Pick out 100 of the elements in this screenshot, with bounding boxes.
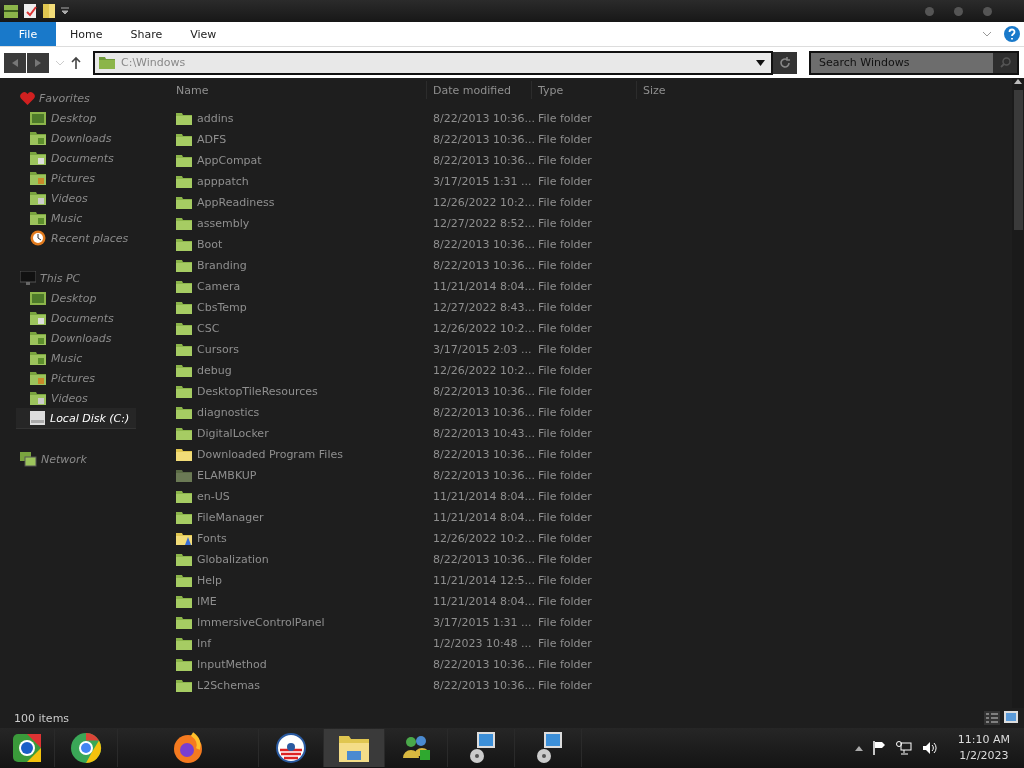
folder-icon	[176, 511, 192, 524]
folder-icon	[176, 385, 192, 398]
file-name[interactable]: Fonts	[197, 532, 227, 545]
downloads-folder-icon	[30, 331, 46, 345]
sidebar-heading[interactable]: Network	[41, 452, 87, 466]
ribbon-tab[interactable]: Home	[56, 22, 117, 46]
file-name[interactable]: diagnostics	[197, 406, 260, 419]
file-explorer-taskbar-icon[interactable]	[324, 729, 385, 767]
help-icon[interactable]	[1004, 26, 1020, 42]
address-field[interactable]: C:\Windows	[119, 55, 752, 70]
ribbon-tab[interactable]: File	[0, 22, 56, 46]
file-name[interactable]: Inf	[197, 637, 212, 650]
file-name[interactable]: Branding	[197, 259, 247, 272]
network-status-icon[interactable]	[895, 741, 912, 755]
file-name[interactable]: Downloaded Program Files	[197, 448, 343, 461]
volume-icon[interactable]	[921, 741, 938, 755]
folder-icon	[176, 574, 192, 587]
folder-icon	[176, 553, 192, 566]
sidebar-item[interactable]: Videos	[51, 391, 88, 405]
sidebar-item[interactable]: Recent places	[51, 231, 129, 245]
folder-icon	[176, 679, 192, 692]
dropdown-icon[interactable]	[61, 7, 69, 15]
folder-icon	[176, 637, 192, 650]
scrollbar[interactable]	[1012, 78, 1024, 708]
file-name[interactable]: ADFS	[197, 133, 227, 146]
file-name[interactable]: DesktopTileResources	[197, 385, 318, 398]
refresh-button[interactable]	[773, 51, 797, 74]
sidebar-item[interactable]: Pictures	[51, 371, 96, 385]
folder-icon	[176, 469, 192, 482]
sidebar-item[interactable]: Documents	[51, 311, 114, 325]
sidebar-item[interactable]: Downloads	[51, 331, 112, 345]
file-name[interactable]: debug	[197, 364, 232, 377]
properties-icon[interactable]	[24, 4, 37, 18]
file-name[interactable]: Boot	[197, 238, 223, 251]
search-box[interactable]: Search Windows	[809, 50, 1019, 75]
file-name[interactable]: CSC	[197, 322, 220, 335]
file-name[interactable]: Globalization	[197, 553, 269, 566]
sidebar-item[interactable]: Desktop	[51, 111, 97, 125]
date-cell-text: 1/2/2023 10:48 ...	[432, 637, 531, 650]
chevron-icon[interactable]	[982, 31, 992, 37]
file-name[interactable]: addins	[197, 112, 234, 125]
sidebar-heading[interactable]: Favorites	[39, 91, 90, 105]
folder-icon	[176, 595, 192, 608]
folder-icon	[176, 238, 192, 251]
clock-date[interactable]: 1/2/2023	[959, 748, 1009, 764]
clock-icon	[30, 230, 46, 246]
ribbon-tab[interactable]: View	[176, 22, 231, 46]
sidebar-item[interactable]: Music	[51, 351, 83, 365]
file-name[interactable]: en-US	[197, 490, 230, 503]
flag-icon[interactable]	[872, 741, 886, 755]
forward-button[interactable]	[27, 52, 49, 73]
file-name[interactable]: apppatch	[197, 175, 249, 188]
column-header[interactable]: Name	[176, 83, 209, 97]
details-view-icon[interactable]	[984, 711, 1000, 725]
refresh-icon[interactable]	[779, 56, 791, 69]
file-name[interactable]: Camera	[197, 280, 241, 293]
ribbon-tab[interactable]: Share	[116, 22, 177, 46]
explorer-icon[interactable]	[4, 4, 18, 18]
file-name[interactable]: assembly	[197, 217, 250, 230]
back-button[interactable]	[4, 52, 26, 73]
file-name[interactable]: Help	[197, 574, 223, 587]
folder-icon	[176, 175, 192, 188]
file-name[interactable]: CbsTemp	[197, 301, 247, 314]
file-name[interactable]: L2Schemas	[197, 679, 261, 692]
file-name[interactable]: Cursors	[197, 343, 239, 356]
file-name[interactable]: FileManager	[197, 511, 264, 524]
column-header[interactable]: Type	[538, 83, 564, 97]
heart-icon	[20, 91, 35, 105]
file-name[interactable]: DigitalLocker	[197, 427, 269, 440]
file-name[interactable]: ELAMBKUP	[197, 469, 257, 482]
file-name[interactable]: IME	[197, 595, 217, 608]
file-name[interactable]: AppReadiness	[197, 196, 275, 209]
folder-icon	[176, 364, 192, 377]
folder-icon	[176, 406, 192, 419]
folder-icon	[176, 217, 192, 230]
sidebar-item[interactable]: Pictures	[51, 171, 96, 185]
sidebar-heading[interactable]: This PC	[40, 271, 81, 285]
sidebar-item[interactable]: Videos	[51, 191, 88, 205]
sidebar-item[interactable]: Downloads	[51, 131, 112, 145]
folder-icon	[176, 280, 192, 293]
file-name[interactable]: InputMethod	[197, 658, 267, 671]
show-hidden-icons-icon[interactable]	[854, 745, 863, 751]
address-bar[interactable]: C:\Windows	[93, 50, 773, 75]
search-field[interactable]: Search Windows	[811, 55, 993, 70]
clock-time[interactable]: 11:10 AM	[957, 732, 1010, 748]
scrollbar-thumb[interactable]	[1013, 90, 1023, 230]
sidebar-item[interactable]: Desktop	[51, 291, 97, 305]
up-arrow-icon[interactable]	[71, 56, 81, 69]
sidebar-item[interactable]: Documents	[51, 151, 114, 165]
file-name[interactable]: ImmersiveControlPanel	[197, 616, 325, 629]
type-cell-text: File folder	[537, 175, 593, 188]
sidebar-item[interactable]: Music	[51, 211, 83, 225]
column-header[interactable]: Date modified	[433, 83, 511, 97]
folder-icon	[176, 196, 192, 209]
file-name[interactable]: AppCompat	[197, 154, 262, 167]
folder-icon	[176, 490, 192, 503]
dropdown-icon[interactable]	[756, 59, 765, 66]
videos-folder-icon	[30, 391, 46, 405]
column-header[interactable]: Size	[643, 83, 666, 97]
folder-icon	[176, 301, 192, 314]
